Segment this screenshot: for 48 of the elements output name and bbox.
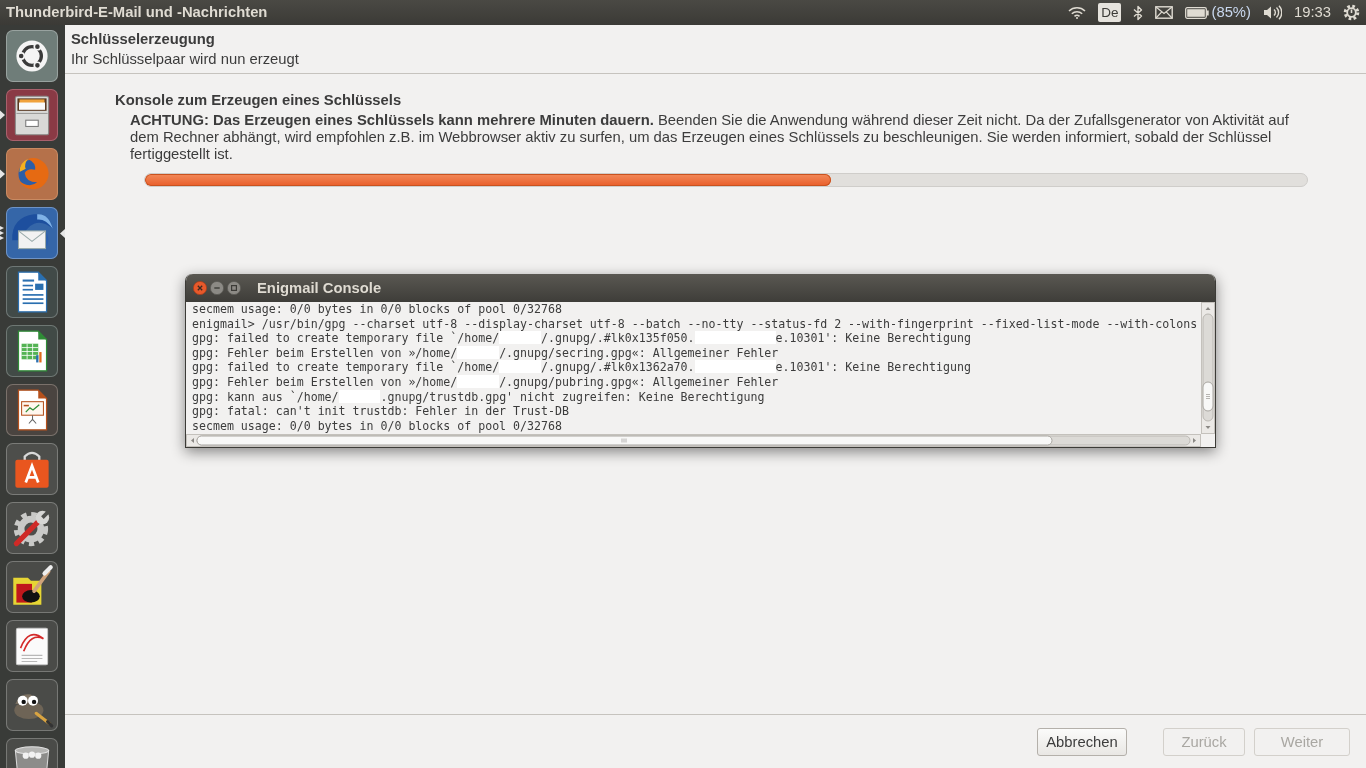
spreadsheet-icon[interactable] — [6, 325, 58, 377]
paintbrush-icon[interactable] — [6, 561, 58, 613]
mascot-brush-icon[interactable] — [6, 679, 58, 731]
console-text: secmem usage: 0/0 bytes in 0/0 blocks of pool 0/32768 — [192, 302, 562, 316]
console-text: enigmail> /usr/bin/gpg --charset utf-8 --display-charset utf-8 --batch --no-tty --status-fd 2 --with-fingerprint --fixed-list-mode --with-colons — [192, 316, 1198, 331]
console-text: gpg: fatal: can't init trustdb: Fehler in der Trust-DB — [192, 404, 569, 419]
clock[interactable]: 19:33 — [1293, 4, 1331, 21]
console-text: /.gnupg/.#lk0x1362a70. — [541, 360, 695, 375]
battery-percentage: (85%) — [1211, 4, 1251, 21]
page-title: Schlüsselerzeugung — [71, 31, 216, 48]
console-text: gpg: Fehler beim Erstellen von »/home/ — [192, 374, 458, 389]
window-title: Enigmail Console — [257, 279, 382, 297]
section-title: Konsole zum Erzeugen eines Schlüssels — [115, 92, 403, 109]
presentation-icon[interactable] — [6, 384, 58, 436]
bluetooth-icon[interactable] — [1133, 4, 1144, 21]
horizontal-scrollbar[interactable] — [186, 434, 1201, 447]
console-text: gpg: Fehler beim Erstellen von »/home/ — [192, 345, 458, 360]
mail-icon[interactable] — [1155, 6, 1174, 19]
gear-icon[interactable] — [1343, 4, 1360, 21]
console-text: /.gnupg/pubring.gpg«: Allgemeiner Fehler — [499, 374, 779, 389]
vertical-scrollbar[interactable] — [1201, 302, 1215, 434]
ring-logo-icon[interactable] — [6, 30, 58, 82]
console-text: gpg: failed to create temporary file `/home/ — [192, 360, 500, 375]
battery-icon[interactable] — [1185, 6, 1210, 19]
warning-text: ACHTUNG: Das Erzeugen eines Schlüssels kann mehrere Minuten dauern. Beenden Sie die Anwendung während dieser Zeit nicht. Da der Zufallsgenerator von Aktivität auf dem Rechner abhängt, wird empfohlen z.B. im Webbrowser aktiv zu surfen, um das Erzeugen eines Schlüssels zu beschleunigen. Sie werden informiert, sobald der Schlüssel fertiggestellt ist. — [130, 112, 1290, 163]
swoosh-document-icon[interactable] — [6, 620, 58, 672]
console-text: /.gnupg/secring.gpg«: Allgemeiner Fehler — [499, 345, 779, 360]
volume-icon[interactable] — [1262, 5, 1282, 20]
wifi-icon[interactable] — [1068, 6, 1087, 19]
shopping-bag-icon[interactable] — [6, 443, 58, 495]
console-text: gpg: failed to create temporary file `/home/ — [192, 331, 500, 346]
window-title: Thunderbird-E-Mail und -Nachrichten — [6, 4, 268, 21]
console-text: e.10301': Keine Berechtigung — [775, 331, 971, 346]
file-cabinet-icon[interactable] — [6, 89, 58, 141]
console-text: e.10301': Keine Berechtigung — [775, 360, 971, 375]
console-text: /.gnupg/.#lk0x135f050. — [541, 331, 695, 346]
dialog-button[interactable]: Abbrechen — [1037, 728, 1127, 756]
console-text: .gnupg/trustdb.gpg' nicht zugreifen: Keine Berechtigung — [380, 389, 765, 404]
keyboard-layout-indicator[interactable]: De — [1098, 3, 1122, 22]
minimize-icon[interactable] — [210, 281, 224, 295]
bird-envelope-icon[interactable] — [6, 207, 58, 259]
maximize-icon[interactable] — [227, 281, 241, 295]
text-document-icon[interactable] — [6, 266, 58, 318]
console-text: secmem usage: 0/0 bytes in 0/0 blocks of pool 0/32768 — [192, 418, 562, 433]
page-subtitle: Ihr Schlüsselpaar wird nun erzeugt — [71, 51, 300, 68]
gear-wrench-icon[interactable] — [6, 502, 58, 554]
console-text: gpg: kann aus `/home/ — [192, 389, 339, 404]
close-icon[interactable] — [193, 281, 207, 295]
